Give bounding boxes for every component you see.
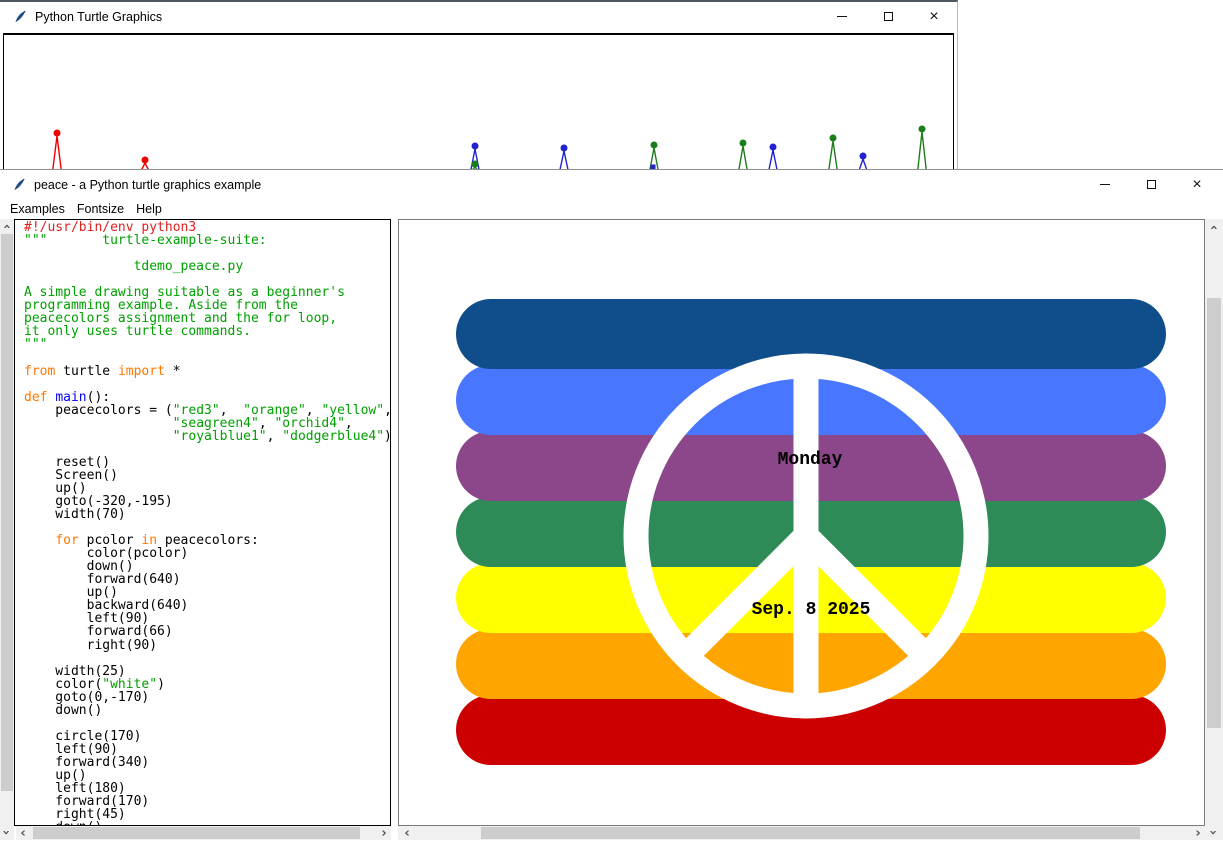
code-hscrollbar[interactable]: ‹ › [16, 826, 391, 840]
front-maximize-button[interactable] [1128, 170, 1174, 199]
menu-examples[interactable]: Examples [10, 201, 65, 217]
feather-icon [13, 9, 28, 24]
code-line: tdemo_peace.py [24, 260, 390, 273]
back-window: Python Turtle Graphics × [0, 0, 958, 170]
close-icon: × [1192, 177, 1201, 193]
turtle-figure [739, 146, 748, 171]
back-close-button[interactable]: × [911, 2, 957, 31]
maximize-icon [1147, 180, 1156, 189]
code-line: from turtle import * [24, 365, 390, 378]
code-hscroll-right-button[interactable]: › [377, 826, 391, 840]
close-icon: × [929, 9, 938, 25]
turtle-figure [918, 132, 927, 171]
turtle-figure-head [472, 161, 479, 168]
front-minimize-button[interactable] [1082, 170, 1128, 199]
front-window-title: peace - a Python turtle graphics example [34, 178, 261, 192]
canvas-hscroll-left-button[interactable]: ‹ [400, 826, 414, 840]
back-minimize-button[interactable] [819, 2, 865, 31]
turtle-figure [560, 151, 569, 171]
turtle-figure-head [472, 143, 479, 150]
chevron-left-icon: ‹ [404, 827, 409, 840]
turtle-figure-head [740, 140, 747, 147]
canvas-hscroll-thumb[interactable] [481, 827, 1140, 839]
turtle-figure [829, 141, 838, 171]
code-line: "royalblue1", "dodgerblue4") [24, 430, 390, 443]
turtle-figure-head [830, 135, 837, 142]
minimize-icon [837, 16, 847, 17]
code-vscroll-down-button[interactable]: ‹ [0, 825, 14, 840]
turtle-graphics-canvas[interactable] [3, 33, 954, 172]
canvas-vscroll-down-button[interactable]: ‹ [1205, 825, 1223, 840]
code-vscroll-thumb[interactable] [1, 234, 13, 791]
code-hscroll-thumb[interactable] [33, 827, 360, 839]
turtle-figure-head [651, 142, 658, 149]
back-window-controls: × [819, 2, 957, 31]
turtle-figure-head [860, 153, 867, 160]
turtle-figure-head [919, 126, 926, 133]
code-line: right(90) [24, 639, 390, 652]
code-vscroll-up-button[interactable]: ‹ [0, 219, 14, 234]
front-close-button[interactable]: × [1174, 170, 1220, 199]
code-vscrollbar[interactable]: ‹ ‹ [0, 219, 14, 840]
back-maximize-button[interactable] [865, 2, 911, 31]
chevron-right-icon: › [381, 827, 386, 840]
turtle-figure-head [770, 144, 777, 151]
front-window-controls: × [1082, 170, 1220, 199]
menubar: Examples Fontsize Help [0, 198, 1223, 219]
chevron-left-icon: ‹ [20, 827, 25, 840]
menu-fontsize[interactable]: Fontsize [77, 201, 124, 217]
chevron-right-icon: › [1195, 827, 1200, 840]
canvas-hscrollbar[interactable]: ‹ › [398, 826, 1205, 840]
chevron-up-icon: ‹ [1207, 224, 1220, 229]
code-lines: #!/usr/bin/env python3""" turtle-example… [24, 221, 390, 826]
peace-canvas-svg: Monday Sep. 8 2025 [399, 220, 1204, 825]
back-window-title: Python Turtle Graphics [35, 10, 162, 24]
turtle-figure-head [142, 157, 149, 164]
feather-icon [12, 177, 27, 192]
turtle-figure [769, 150, 778, 171]
code-line: width(70) [24, 508, 390, 521]
chevron-down-icon: ‹ [0, 830, 13, 835]
code-line: down() [24, 704, 390, 717]
menu-help[interactable]: Help [136, 201, 162, 217]
chevron-up-icon: ‹ [0, 224, 13, 229]
code-line: it only uses turtle commands. [24, 325, 390, 338]
code-hscroll-left-button[interactable]: ‹ [16, 826, 30, 840]
turtle-figure-head [561, 145, 568, 152]
maximize-icon [884, 12, 893, 21]
turtle-figure-head [54, 130, 61, 137]
front-titlebar[interactable]: peace - a Python turtle graphics example… [0, 170, 1223, 199]
code-editor[interactable]: #!/usr/bin/env python3""" turtle-example… [14, 219, 391, 826]
peace-drawing-canvas[interactable]: Monday Sep. 8 2025 [398, 219, 1205, 826]
back-titlebar[interactable]: Python Turtle Graphics × [0, 2, 957, 31]
canvas-vscroll-thumb[interactable] [1207, 298, 1221, 728]
canvas-text-label-0: Monday [778, 450, 843, 470]
canvas-vscroll-up-button[interactable]: ‹ [1205, 219, 1223, 235]
canvas-vscrollbar[interactable]: ‹ ‹ [1205, 219, 1223, 840]
canvas-text-label-1: Sep. 8 2025 [752, 600, 871, 620]
turtle-figure [53, 136, 62, 171]
code-line: """ turtle-example-suite: [24, 234, 390, 247]
front-window: peace - a Python turtle graphics example… [0, 169, 1223, 839]
back-canvas-svg [4, 35, 953, 171]
code-line: """ [24, 338, 390, 351]
chevron-left-icon: ‹ [1207, 830, 1220, 835]
minimize-icon [1100, 184, 1110, 185]
canvas-hscroll-right-button[interactable]: › [1191, 826, 1205, 840]
